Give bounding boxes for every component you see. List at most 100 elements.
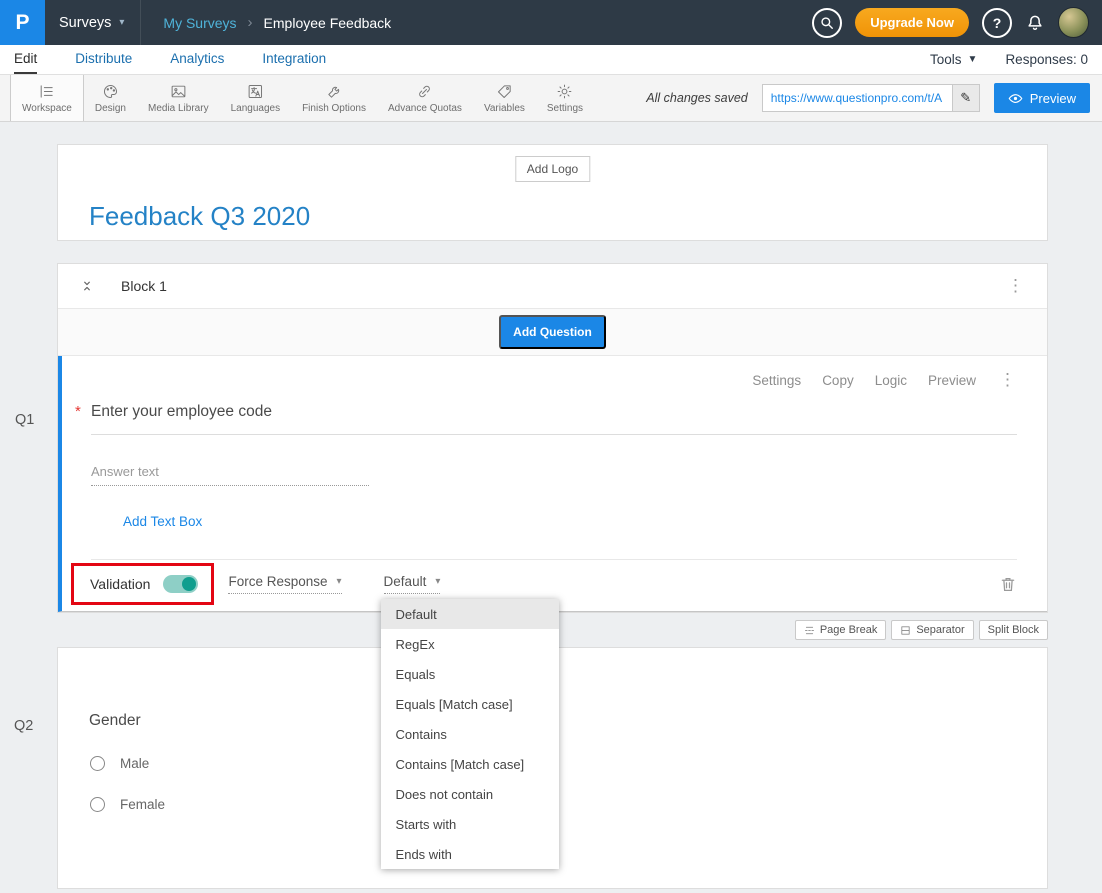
question-settings-button[interactable]: Settings (752, 373, 801, 388)
dropdown-option-starts-with[interactable]: Starts with (381, 809, 559, 839)
radio-option-female[interactable]: Female (90, 797, 165, 812)
image-icon (170, 83, 187, 100)
question-1-text[interactable]: Enter your employee code (91, 403, 272, 421)
tool-settings[interactable]: Settings (536, 75, 594, 121)
dropdown-option-does-not-contain[interactable]: Does not contain (381, 779, 559, 809)
validation-label: Validation (90, 576, 150, 592)
save-status: All changes saved (646, 91, 747, 105)
required-marker: * (75, 403, 91, 420)
search-button[interactable] (812, 8, 842, 38)
add-text-box-link[interactable]: Add Text Box (123, 514, 202, 529)
help-button[interactable]: ? (982, 8, 1012, 38)
upgrade-now-button[interactable]: Upgrade Now (855, 8, 969, 37)
survey-title[interactable]: Feedback Q3 2020 (89, 201, 310, 232)
editor-content: Add Logo Feedback Q3 2020 Block 1 ⋮ Add … (57, 144, 1048, 889)
toggle-knob (182, 577, 196, 591)
tag-icon (496, 83, 513, 100)
collapse-block-button[interactable] (80, 278, 94, 294)
collapse-icon (80, 278, 94, 294)
question-1-text-row: * Enter your employee code (91, 403, 1017, 435)
tab-analytics[interactable]: Analytics (170, 45, 224, 74)
radio-icon[interactable] (90, 797, 105, 812)
add-question-strip: Add Question (58, 309, 1047, 356)
validation-type-select[interactable]: Default ▾ (384, 574, 441, 594)
tool-design[interactable]: Design (84, 75, 137, 121)
page-break-icon (804, 625, 815, 636)
question-logic-button[interactable]: Logic (875, 373, 907, 388)
user-avatar[interactable] (1058, 7, 1089, 38)
radio-label[interactable]: Male (120, 756, 149, 771)
tab-distribute[interactable]: Distribute (75, 45, 132, 74)
survey-url-box: https://www.questionpro.com/t/A ✎ (762, 84, 980, 112)
dropdown-option-contains-match-case[interactable]: Contains [Match case] (381, 749, 559, 779)
question-kebab-menu-icon[interactable]: ⋮ (999, 370, 1017, 390)
force-response-select[interactable]: Force Response ▾ (228, 574, 341, 594)
breadcrumb: My Surveys › Employee Feedback (163, 14, 391, 31)
radio-label[interactable]: Female (120, 797, 165, 812)
question-preview-button[interactable]: Preview (928, 373, 976, 388)
radio-option-male[interactable]: Male (90, 756, 149, 771)
breadcrumb-my-surveys[interactable]: My Surveys (163, 15, 236, 31)
chevron-down-icon: ▾ (119, 17, 124, 28)
question-copy-button[interactable]: Copy (822, 373, 854, 388)
main-nav: Edit Distribute Analytics Integration To… (0, 45, 1102, 74)
chevron-down-icon: ▼ (968, 54, 978, 65)
preview-button[interactable]: Preview (994, 83, 1090, 113)
add-logo-button[interactable]: Add Logo (515, 156, 590, 182)
split-block-button[interactable]: Split Block (979, 620, 1048, 640)
dropdown-option-equals-match-case[interactable]: Equals [Match case] (381, 689, 559, 719)
question-1-actions: Settings Copy Logic Preview ⋮ (91, 370, 1017, 390)
eye-icon (1008, 91, 1023, 106)
edit-url-button[interactable]: ✎ (952, 85, 979, 111)
validation-toggle[interactable] (163, 575, 198, 593)
tool-workspace[interactable]: Workspace (10, 75, 84, 121)
tools-menu[interactable]: Tools ▼ (930, 52, 977, 67)
separator-button[interactable]: Separator (891, 620, 973, 640)
search-icon (820, 16, 834, 30)
question-2-label: Q2 (14, 718, 33, 734)
question-2-text[interactable]: Gender (89, 648, 141, 730)
block-header: Block 1 ⋮ (58, 264, 1047, 309)
question-mark-icon: ? (993, 15, 1002, 31)
page-break-button[interactable]: Page Break (795, 620, 886, 640)
separator-icon (900, 625, 911, 636)
dropdown-option-ends-with[interactable]: Ends with (381, 839, 559, 869)
dropdown-option-regex[interactable]: RegEx (381, 629, 559, 659)
nav-right: Tools ▼ Responses: 0 (930, 52, 1088, 67)
bell-icon (1025, 13, 1045, 33)
question-1-label: Q1 (15, 412, 34, 428)
tab-edit[interactable]: Edit (14, 45, 37, 74)
tool-variables[interactable]: Variables (473, 75, 536, 121)
surveys-menu-label: Surveys (59, 15, 111, 31)
header-actions: Upgrade Now ? (812, 7, 1102, 38)
block-title[interactable]: Block 1 (121, 278, 167, 294)
tool-finish-options[interactable]: Finish Options (291, 75, 377, 121)
editor-toolbar: Workspace Design Media Library Languages… (0, 74, 1102, 122)
tab-integration[interactable]: Integration (262, 45, 326, 74)
wrench-icon (326, 83, 343, 100)
toolbar-right: All changes saved https://www.questionpr… (646, 75, 1102, 121)
delete-question-button[interactable] (999, 575, 1017, 593)
validation-row: Validation Force Response ▾ Default ▾ (91, 559, 1017, 611)
answer-text-field[interactable]: Answer text (91, 464, 369, 486)
survey-url-input[interactable]: https://www.questionpro.com/t/A (763, 85, 952, 111)
survey-editor-page: P Surveys ▾ My Surveys › Employee Feedba… (0, 0, 1102, 893)
block-kebab-menu-icon[interactable]: ⋮ (1007, 276, 1025, 296)
surveys-menu[interactable]: Surveys ▾ (59, 0, 141, 45)
radio-icon[interactable] (90, 756, 105, 771)
dropdown-option-default[interactable]: Default (381, 599, 559, 629)
notifications-button[interactable] (1025, 13, 1045, 33)
responses-count[interactable]: Responses: 0 (1005, 52, 1088, 67)
dropdown-option-equals[interactable]: Equals (381, 659, 559, 689)
tools-label: Tools (930, 52, 962, 67)
breadcrumb-current: Employee Feedback (264, 15, 392, 31)
top-header: P Surveys ▾ My Surveys › Employee Feedba… (0, 0, 1102, 45)
add-question-button[interactable]: Add Question (499, 315, 606, 349)
validation-type-wrap: Default ▾ Default RegEx Equals Equals [M… (384, 574, 441, 594)
tool-advance-quotas[interactable]: Advance Quotas (377, 75, 473, 121)
dropdown-option-contains[interactable]: Contains (381, 719, 559, 749)
tool-media-library[interactable]: Media Library (137, 75, 220, 121)
trash-icon (999, 575, 1017, 593)
survey-header-card: Add Logo Feedback Q3 2020 (57, 144, 1048, 241)
tool-languages[interactable]: Languages (220, 75, 292, 121)
